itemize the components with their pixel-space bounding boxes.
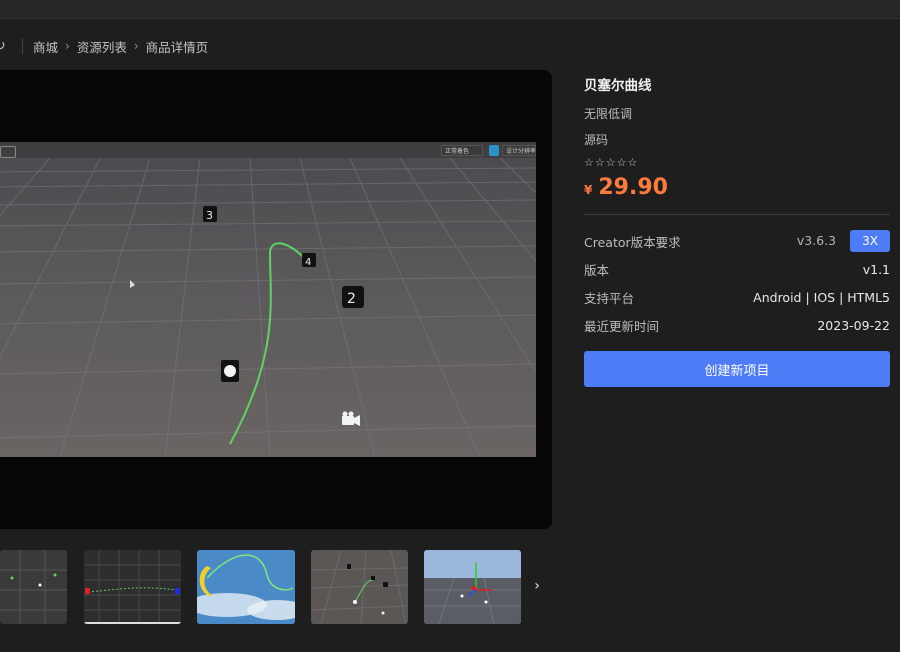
spec-value: 2023-09-22 <box>817 317 890 333</box>
spec-value: Android | IOS | HTML5 <box>753 289 890 305</box>
spec-value: v1.1 <box>862 261 890 277</box>
preview-viewer[interactable]: 3 4 2 正常着色 设计分辨率 <box>0 70 552 529</box>
thumbnail-image <box>0 550 67 624</box>
breadcrumb: ↻ 商城 › 资源列表 › 商品详情页 <box>0 36 208 56</box>
breadcrumb-item-resource-list[interactable]: 资源列表 <box>77 37 127 56</box>
thumbnail[interactable] <box>84 550 181 624</box>
svg-text:4: 4 <box>305 257 311 268</box>
thumbnail-image <box>84 550 181 624</box>
creator-version-badge[interactable]: 3X <box>850 230 890 252</box>
chevron-right-icon: › <box>133 39 139 53</box>
rating-stars[interactable]: ☆☆☆☆☆ <box>584 156 890 169</box>
spec-label: Creator版本要求 <box>584 234 681 250</box>
product-info-panel: 贝塞尔曲线 无限低调 源码 ☆☆☆☆☆ ¥ 29.90 Creator版本要求 … <box>584 70 890 387</box>
svg-text:3: 3 <box>206 209 213 222</box>
scene-toolbar-icon <box>0 146 16 158</box>
product-title: 贝塞尔曲线 <box>584 78 652 94</box>
spec-label: 版本 <box>584 262 610 278</box>
svg-text:2: 2 <box>347 291 356 307</box>
scene-design-resolution: 设计分辨率 <box>502 145 536 156</box>
breadcrumb-divider <box>22 38 23 54</box>
chevron-right-icon: › <box>65 39 70 53</box>
price: ¥ 29.90 <box>584 175 890 200</box>
create-project-button[interactable]: 创建新项目 <box>584 351 890 387</box>
breadcrumb-item-detail: 商品详情页 <box>145 39 209 55</box>
product-category: 源码 <box>584 133 609 147</box>
breadcrumb-item-mall[interactable]: 商城 <box>33 37 58 56</box>
spec-row-creator: Creator版本要求 v3.6.3 3X <box>584 227 890 255</box>
thumbnail-image <box>311 550 408 624</box>
price-currency: ¥ <box>584 183 593 197</box>
spec-value: v3.6.3 <box>796 233 837 248</box>
light-bulb-icon <box>489 145 499 156</box>
thumbnail-image <box>424 550 521 624</box>
refresh-icon[interactable]: ↻ <box>0 39 8 53</box>
spec-row-platform: 支持平台 Android | IOS | HTML5 <box>584 283 890 311</box>
preview-scene-image: 3 4 2 正常着色 设计分辨率 <box>0 142 552 458</box>
thumbnail-image <box>197 550 295 624</box>
top-bar <box>0 0 900 19</box>
product-tagline: 无限低调 <box>584 107 633 121</box>
thumbnail[interactable] <box>197 550 295 624</box>
spec-label: 支持平台 <box>584 290 635 306</box>
price-value: 29.90 <box>598 175 668 200</box>
thumbnail[interactable] <box>424 550 521 624</box>
spec-row-updated: 最近更新时间 2023-09-22 <box>584 311 890 339</box>
scene-svg: 3 4 2 <box>0 142 552 458</box>
thumbnail[interactable] <box>311 550 408 624</box>
thumbnail[interactable] <box>0 550 67 624</box>
scene-shading-dropdown: 正常着色 <box>441 145 483 156</box>
spec-label: 最近更新时间 <box>584 318 660 334</box>
spec-row-version: 版本 v1.1 <box>584 255 890 283</box>
chevron-right-icon[interactable]: › <box>530 576 544 596</box>
info-divider <box>584 214 890 215</box>
